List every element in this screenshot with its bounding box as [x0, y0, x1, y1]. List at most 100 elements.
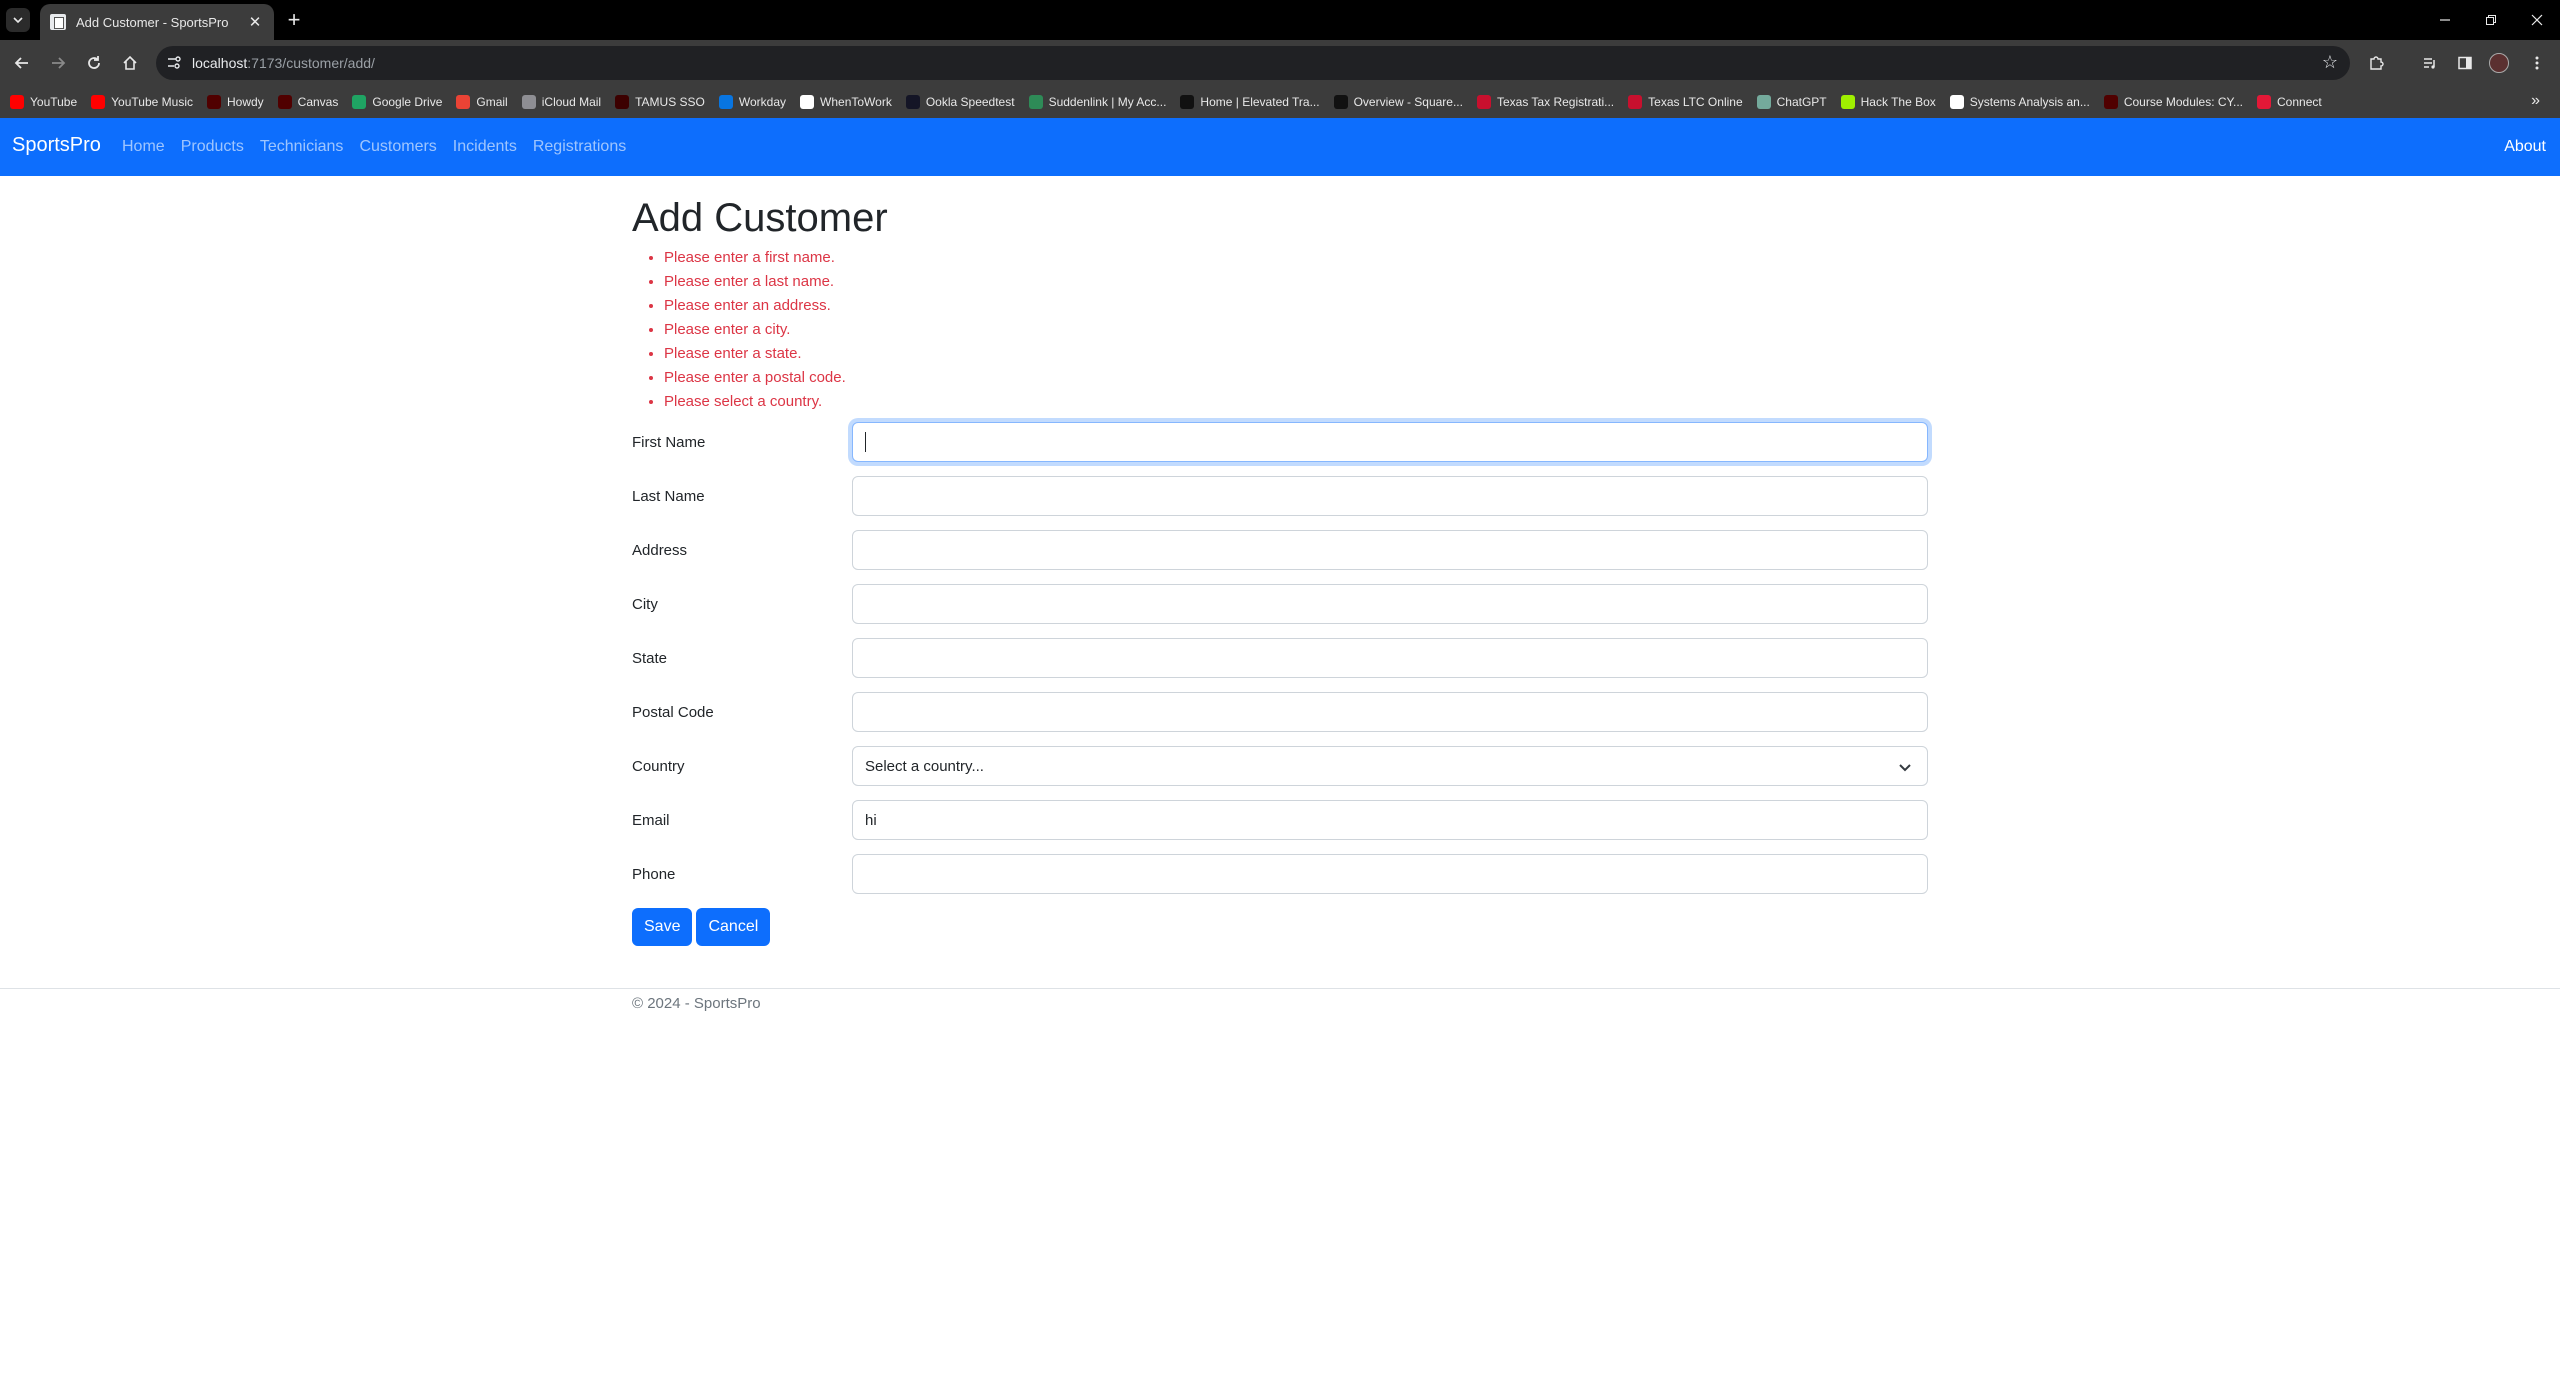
- nav-links: Home Products Technicians Customers Inci…: [122, 138, 642, 156]
- validation-error: Please enter a first name.: [664, 246, 1928, 270]
- nav-link-customers[interactable]: Customers: [359, 138, 436, 156]
- tab-close-icon[interactable]: ✕: [246, 13, 264, 31]
- last-name-label: Last Name: [632, 488, 705, 505]
- add-customer-form: First Name Last Name Address City State …: [632, 422, 1928, 946]
- email-input[interactable]: hi: [852, 800, 1928, 840]
- bookmark-item[interactable]: YouTube: [10, 90, 77, 114]
- bookmark-favicon-icon: [352, 95, 367, 109]
- phone-row: Phone: [632, 854, 1928, 908]
- bookmark-item[interactable]: Ookla Speedtest: [905, 90, 1015, 114]
- nav-link-registrations[interactable]: Registrations: [533, 138, 626, 156]
- last-name-input[interactable]: [852, 476, 1928, 516]
- bookmark-favicon-icon: [2257, 95, 2272, 109]
- extensions-button[interactable]: [2363, 50, 2389, 76]
- browser-tabstrip: Add Customer - SportsPro ✕ +: [0, 0, 2560, 40]
- nav-link-about[interactable]: About: [2504, 138, 2546, 156]
- bookmark-label: Howdy: [226, 95, 264, 109]
- bookmark-favicon-icon: [456, 95, 471, 109]
- app-navbar: SportsPro Home Products Technicians Cust…: [0, 118, 2560, 176]
- window-close-button[interactable]: [2514, 0, 2560, 40]
- home-icon: [123, 55, 137, 70]
- city-input[interactable]: [852, 584, 1928, 624]
- bookmark-favicon-icon: [1949, 95, 1964, 109]
- forward-button[interactable]: [45, 50, 71, 76]
- state-row: State: [632, 638, 1928, 692]
- bookmark-favicon-icon: [718, 95, 733, 109]
- bookmark-favicon-icon: [615, 95, 630, 109]
- cancel-button[interactable]: Cancel: [696, 908, 771, 946]
- bookmark-label: Course Modules: CY...: [2123, 95, 2244, 109]
- bookmark-item[interactable]: Systems Analysis an...: [1949, 90, 2090, 114]
- bookmark-favicon-icon: [1028, 95, 1043, 109]
- phone-input[interactable]: [852, 854, 1928, 894]
- postal-code-input[interactable]: [852, 692, 1928, 732]
- page-footer: © 2024 - SportsPro: [0, 988, 2560, 1012]
- chevron-down-icon: [13, 17, 23, 24]
- bookmark-item[interactable]: Course Modules: CY...: [2103, 90, 2244, 114]
- bookmarks-overflow-icon[interactable]: »: [2531, 92, 2540, 110]
- browser-tab-active[interactable]: Add Customer - SportsPro ✕: [40, 4, 274, 40]
- minimize-icon: [2440, 19, 2450, 21]
- side-panel-icon: [2458, 56, 2472, 70]
- brand-link[interactable]: SportsPro: [12, 134, 101, 157]
- bookmark-favicon-icon: [1180, 95, 1195, 109]
- back-button[interactable]: [9, 50, 35, 76]
- bookmark-label: Connect: [2277, 95, 2322, 109]
- reload-icon: [88, 56, 100, 69]
- address-input[interactable]: [852, 530, 1928, 570]
- profile-avatar[interactable]: [2489, 53, 2509, 73]
- bookmark-item[interactable]: Gmail: [456, 90, 508, 114]
- email-row: Email hi: [632, 800, 1928, 854]
- bookmark-item[interactable]: Home | Elevated Tra...: [1180, 90, 1320, 114]
- bookmark-item[interactable]: Texas LTC Online: [1628, 90, 1743, 114]
- country-select[interactable]: Select a country...: [852, 746, 1928, 786]
- bookmark-star-icon[interactable]: ☆: [2322, 52, 2338, 73]
- bookmark-item[interactable]: Texas Tax Registrati...: [1476, 90, 1614, 114]
- reload-button[interactable]: [81, 50, 107, 76]
- media-control-button[interactable]: [2417, 50, 2443, 76]
- tab-search-button[interactable]: [6, 8, 30, 32]
- bookmark-item[interactable]: ChatGPT: [1756, 90, 1827, 114]
- restore-button[interactable]: [2468, 0, 2514, 40]
- side-panel-button[interactable]: [2452, 50, 2478, 76]
- state-input[interactable]: [852, 638, 1928, 678]
- bookmark-favicon-icon: [1840, 95, 1855, 109]
- bookmark-item[interactable]: Overview - Square...: [1333, 90, 1463, 114]
- bookmark-item[interactable]: YouTube Music: [91, 90, 193, 114]
- close-icon: [2531, 14, 2543, 26]
- bookmark-favicon-icon: [800, 95, 815, 109]
- first-name-input[interactable]: [852, 422, 1928, 462]
- bookmark-item[interactable]: TAMUS SSO: [615, 90, 705, 114]
- nav-link-technicians[interactable]: Technicians: [260, 138, 344, 156]
- bookmark-item[interactable]: Workday: [718, 90, 786, 114]
- nav-link-incidents[interactable]: Incidents: [453, 138, 517, 156]
- save-button[interactable]: Save: [632, 908, 693, 946]
- bookmark-item[interactable]: Suddenlink | My Acc...: [1028, 90, 1166, 114]
- minimize-button[interactable]: [2422, 0, 2468, 40]
- state-label: State: [632, 650, 668, 667]
- address-bar[interactable]: localhost:7173/customer/add/ ☆: [156, 46, 2350, 80]
- home-button[interactable]: [117, 50, 143, 76]
- bookmark-item[interactable]: WhenToWork: [800, 90, 892, 114]
- page-icon: [50, 14, 66, 30]
- validation-error: Please select a country.: [664, 390, 1928, 414]
- bookmark-item[interactable]: Connect: [2257, 90, 2322, 114]
- bookmark-label: Canvas: [297, 95, 339, 109]
- new-tab-button[interactable]: +: [282, 8, 306, 32]
- nav-link-home[interactable]: Home: [122, 138, 165, 156]
- bookmark-item[interactable]: Canvas: [277, 90, 339, 114]
- bookmark-item[interactable]: Google Drive: [352, 90, 442, 114]
- nav-link-products[interactable]: Products: [181, 138, 244, 156]
- bookmark-favicon-icon: [206, 95, 221, 109]
- bookmark-label: Hack The Box: [1860, 95, 1936, 109]
- bookmark-item[interactable]: Howdy: [206, 90, 264, 114]
- puzzle-icon: [2370, 56, 2384, 70]
- phone-label: Phone: [632, 866, 676, 883]
- bookmark-item[interactable]: Hack The Box: [1840, 90, 1936, 114]
- country-label: Country: [632, 758, 685, 775]
- browser-menu-button[interactable]: [2524, 50, 2550, 76]
- first-name-row: First Name: [632, 422, 1928, 476]
- site-info-icon[interactable]: [166, 55, 182, 71]
- bookmark-favicon-icon: [10, 95, 24, 109]
- bookmark-item[interactable]: iCloud Mail: [521, 90, 601, 114]
